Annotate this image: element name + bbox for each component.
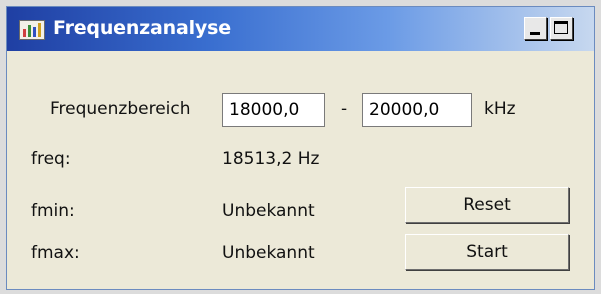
frequency-range-label: Frequenzbereich (50, 99, 191, 119)
freq-value: 18513,2 Hz (222, 149, 320, 169)
range-separator: - (341, 99, 348, 119)
app-window: Frequenzanalyse Frequenzbereich - kHz fr… (6, 6, 595, 290)
window-title: Frequenzanalyse (53, 17, 231, 39)
title-bar[interactable]: Frequenzanalyse (7, 7, 594, 51)
range-from-input[interactable] (222, 93, 325, 127)
fmax-label: fmax: (31, 243, 80, 263)
fmin-value: Unbekannt (222, 201, 315, 221)
window-content: Frequenzbereich - kHz freq: 18513,2 Hz f… (7, 51, 594, 289)
range-to-input[interactable] (362, 93, 472, 127)
desktop-background: Frequenzanalyse Frequenzbereich - kHz fr… (0, 0, 601, 294)
start-button[interactable]: Start (405, 234, 569, 270)
fmax-value: Unbekannt (222, 243, 315, 263)
fmin-label: fmin: (31, 201, 75, 221)
reset-button[interactable]: Reset (405, 187, 569, 223)
maximize-icon (554, 21, 568, 34)
maximize-button[interactable] (550, 17, 573, 40)
minimize-icon (530, 32, 540, 35)
freq-label: freq: (31, 149, 71, 169)
minimize-button[interactable] (524, 17, 547, 40)
range-unit-label: kHz (484, 99, 516, 119)
app-chart-icon (19, 20, 45, 40)
